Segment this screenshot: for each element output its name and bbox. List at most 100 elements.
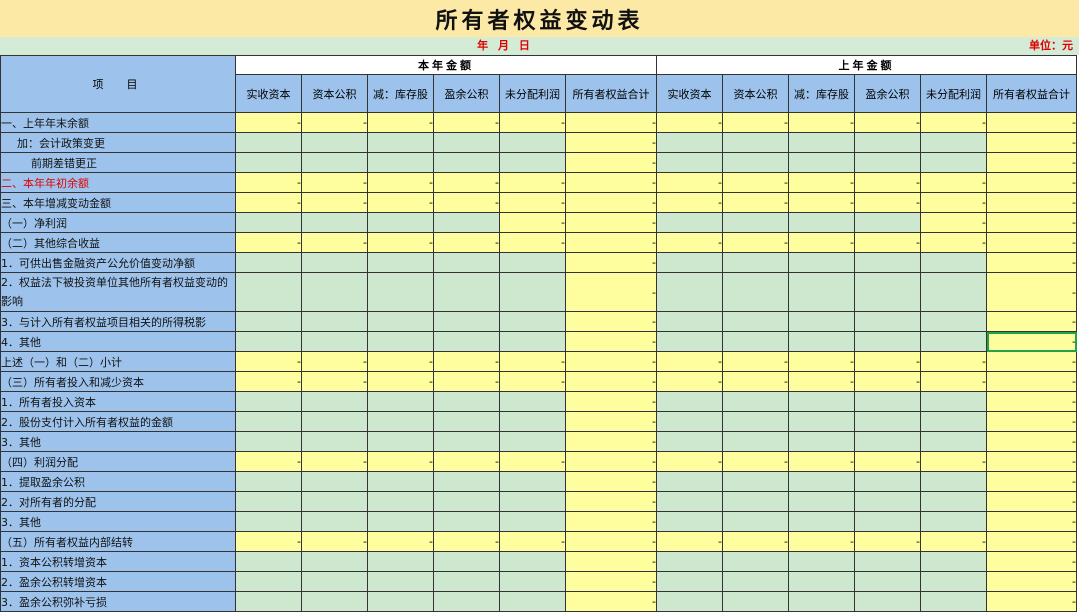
value-cell[interactable] [656, 331, 723, 352]
value-cell[interactable] [788, 212, 855, 233]
value-cell[interactable]: - [565, 551, 657, 572]
value-cell[interactable]: - [656, 112, 723, 133]
value-cell[interactable] [920, 431, 987, 452]
value-cell[interactable]: - [920, 371, 987, 392]
value-cell[interactable] [301, 252, 368, 273]
value-cell[interactable] [499, 511, 566, 532]
value-cell[interactable] [433, 571, 500, 592]
value-cell[interactable] [656, 551, 723, 572]
value-cell[interactable]: - [565, 252, 657, 273]
row-label[interactable]: 前期差错更正 [0, 152, 236, 173]
value-cell[interactable]: - [722, 192, 789, 213]
value-cell[interactable] [433, 272, 500, 312]
value-cell[interactable] [788, 491, 855, 512]
value-cell[interactable] [656, 411, 723, 432]
value-cell[interactable]: - [854, 351, 921, 372]
value-cell[interactable] [301, 152, 368, 173]
row-label[interactable]: 3．与计入所有者权益项目相关的所得税影 [0, 311, 236, 332]
value-cell[interactable] [301, 272, 368, 312]
value-cell[interactable]: - [301, 451, 368, 472]
value-cell[interactable] [301, 431, 368, 452]
value-cell[interactable]: - [920, 112, 987, 133]
value-cell[interactable] [235, 391, 302, 412]
value-cell[interactable]: - [854, 531, 921, 552]
value-cell[interactable] [656, 272, 723, 312]
value-cell[interactable]: - [722, 531, 789, 552]
value-cell[interactable] [235, 331, 302, 352]
value-cell[interactable] [722, 491, 789, 512]
value-cell[interactable]: - [367, 232, 434, 253]
value-cell[interactable] [367, 591, 434, 612]
value-cell[interactable] [499, 272, 566, 312]
value-cell[interactable]: - [788, 172, 855, 193]
value-cell[interactable] [235, 551, 302, 572]
value-cell[interactable]: - [920, 351, 987, 372]
value-cell[interactable]: - [722, 451, 789, 472]
row-label[interactable]: 一、上年年末余额 [0, 112, 236, 133]
value-cell[interactable] [433, 491, 500, 512]
value-cell[interactable]: - [499, 232, 566, 253]
value-cell[interactable] [235, 152, 302, 173]
value-cell[interactable]: - [986, 172, 1077, 193]
value-cell[interactable]: - [854, 112, 921, 133]
value-cell[interactable] [499, 331, 566, 352]
value-cell[interactable] [499, 391, 566, 412]
value-cell[interactable] [433, 471, 500, 492]
value-cell[interactable] [788, 431, 855, 452]
value-cell[interactable] [235, 431, 302, 452]
value-cell[interactable] [854, 591, 921, 612]
value-cell[interactable]: - [565, 172, 657, 193]
value-cell[interactable] [301, 551, 368, 572]
value-cell[interactable] [499, 132, 566, 153]
row-label[interactable]: 1．可供出售金融资产公允价值变动净额 [0, 252, 236, 273]
value-cell[interactable] [367, 331, 434, 352]
value-cell[interactable]: - [986, 451, 1077, 472]
value-cell[interactable]: - [986, 571, 1077, 592]
value-cell[interactable] [854, 491, 921, 512]
value-cell[interactable] [788, 252, 855, 273]
value-cell[interactable] [433, 411, 500, 432]
value-cell[interactable] [433, 252, 500, 273]
row-label[interactable]: 1．资本公积转增资本 [0, 551, 236, 572]
value-cell[interactable] [499, 152, 566, 173]
value-cell[interactable]: - [565, 371, 657, 392]
value-cell[interactable] [235, 272, 302, 312]
value-cell[interactable] [920, 272, 987, 312]
value-cell[interactable]: - [301, 192, 368, 213]
value-cell[interactable] [788, 331, 855, 352]
value-cell[interactable]: - [235, 351, 302, 372]
value-cell[interactable]: - [920, 192, 987, 213]
value-cell[interactable] [722, 391, 789, 412]
value-cell[interactable] [301, 132, 368, 153]
value-cell[interactable]: - [367, 172, 434, 193]
value-cell[interactable] [920, 152, 987, 173]
value-cell[interactable]: - [367, 112, 434, 133]
value-cell[interactable] [433, 152, 500, 173]
value-cell[interactable] [656, 391, 723, 412]
value-cell[interactable]: - [301, 172, 368, 193]
value-cell[interactable]: - [788, 192, 855, 213]
value-cell[interactable] [854, 331, 921, 352]
value-cell[interactable]: - [986, 411, 1077, 432]
value-cell[interactable] [722, 252, 789, 273]
value-cell[interactable]: - [788, 232, 855, 253]
value-cell[interactable] [499, 311, 566, 332]
value-cell[interactable]: - [301, 371, 368, 392]
value-cell[interactable] [920, 591, 987, 612]
value-cell[interactable] [367, 391, 434, 412]
value-cell[interactable] [854, 152, 921, 173]
row-label[interactable]: （一）净利润 [0, 212, 236, 233]
value-cell[interactable] [499, 491, 566, 512]
value-cell[interactable] [433, 591, 500, 612]
value-cell[interactable]: - [367, 192, 434, 213]
value-cell[interactable]: - [565, 331, 657, 352]
value-cell[interactable]: - [499, 351, 566, 372]
value-cell[interactable] [367, 152, 434, 173]
value-cell[interactable]: - [656, 531, 723, 552]
value-cell[interactable]: - [788, 531, 855, 552]
value-cell[interactable] [788, 152, 855, 173]
value-cell[interactable]: - [565, 411, 657, 432]
value-cell[interactable]: - [656, 232, 723, 253]
value-cell[interactable] [433, 551, 500, 572]
value-cell[interactable] [722, 272, 789, 312]
